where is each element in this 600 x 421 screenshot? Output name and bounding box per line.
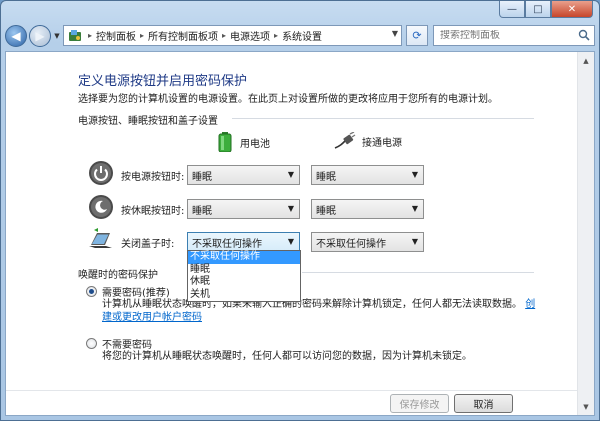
forward-button[interactable]: ▶	[29, 25, 51, 47]
create-password-link-line: 建或更改用户帐户密码	[102, 311, 202, 324]
minimize-button[interactable]: —	[499, 1, 525, 18]
section-divider	[302, 272, 534, 273]
refresh-icon: ⟳	[412, 29, 422, 42]
dropdown-option-shutdown[interactable]: 关机	[188, 289, 300, 302]
scroll-down-icon[interactable]: ▼	[578, 398, 594, 415]
create-password-link-start[interactable]: 创	[525, 299, 535, 310]
no-password-label: 不需要密码	[102, 340, 152, 351]
address-dropdown-icon[interactable]: ▼	[392, 29, 398, 38]
scroll-up-icon[interactable]: ▲	[578, 52, 594, 69]
chevron-down-icon: ▼	[287, 170, 294, 179]
no-password-description: 将您的计算机从睡眠状态唤醒时，任何人都可以访问您的数据，因为计算机未锁定。	[102, 351, 472, 362]
power-button-battery-select[interactable]: 睡眠 ▼	[187, 165, 300, 185]
chevron-down-icon: ▼	[287, 204, 294, 213]
selected-value: 睡眠	[316, 171, 336, 183]
dropdown-option-hibernate[interactable]: 休眠	[188, 276, 300, 289]
page-title: 定义电源按钮并启用密码保护	[78, 74, 248, 89]
window-caption-buttons: — □ ✕	[499, 1, 593, 18]
battery-icon	[218, 132, 232, 152]
breadcrumb-separator-icon: ▸	[140, 31, 145, 40]
control-panel-window: — □ ✕ ◀ ▶ ▼ ▸ 控制面板 ▸ 所有控制面板项 ▸ 电源选项 ▸ 系统…	[0, 0, 600, 421]
vertical-scrollbar[interactable]: ▲ ▼	[577, 52, 594, 415]
dropdown-option-sleep[interactable]: 睡眠	[188, 264, 300, 277]
search-icon[interactable]	[578, 29, 590, 44]
breadcrumb-system-settings[interactable]: 系统设置	[282, 28, 322, 43]
section-divider	[232, 118, 534, 119]
row-label-power-button: 按电源按钮时:	[121, 172, 185, 183]
power-button-plugged-select[interactable]: 睡眠 ▼	[311, 165, 424, 185]
breadcrumb-all-items[interactable]: 所有控制面板项	[148, 28, 218, 43]
control-panel-icon	[68, 29, 82, 43]
power-plug-icon	[334, 132, 356, 149]
search-box[interactable]	[433, 25, 595, 46]
history-dropdown-icon[interactable]: ▼	[51, 32, 63, 40]
chevron-down-icon: ▼	[411, 170, 418, 179]
column-plugged: 接通电源	[334, 132, 402, 150]
row-label-lid-close: 关闭盖子时:	[121, 239, 175, 250]
page-subtitle: 选择要为您的计算机设置的电源设置。在此页上对设置所做的更改将应用于您所有的电源计…	[78, 94, 498, 105]
column-plugged-label: 接通电源	[362, 137, 402, 149]
section-heading-buttons: 电源按钮、睡眠按钮和盖子设置	[78, 116, 218, 127]
require-password-label: 需要密码(推荐)	[102, 288, 170, 299]
refresh-button[interactable]: ⟳	[406, 25, 428, 46]
breadcrumb-separator-icon: ▸	[274, 31, 279, 40]
cancel-button[interactable]: 取消	[454, 394, 513, 413]
column-battery-label: 用电池	[240, 138, 270, 150]
back-button[interactable]: ◀	[5, 25, 27, 47]
require-password-option[interactable]: 需要密码(推荐)	[86, 284, 170, 299]
no-password-radio[interactable]	[86, 338, 97, 349]
address-bar[interactable]: ▸ 控制面板 ▸ 所有控制面板项 ▸ 电源选项 ▸ 系统设置 ▼	[63, 25, 402, 46]
power-button-icon	[89, 161, 113, 185]
selected-value: 睡眠	[192, 171, 212, 183]
require-password-desc-text: 计算机从睡眠状态唤醒时，如果未输入正确的密码来解除计算机锁定，任何人都无法读取数…	[102, 299, 522, 310]
breadcrumb-separator-icon: ▸	[222, 31, 227, 40]
create-password-link[interactable]: 建或更改用户帐户密码	[102, 312, 202, 323]
dropdown-option-do-nothing[interactable]: 不采取任何操作	[188, 251, 300, 264]
lid-close-battery-select[interactable]: 不采取任何操作 ▼	[187, 232, 300, 252]
maximize-button[interactable]: □	[525, 1, 551, 18]
require-password-description: 计算机从睡眠状态唤醒时，如果未输入正确的密码来解除计算机锁定，任何人都无法读取数…	[102, 298, 535, 311]
breadcrumb-control-panel[interactable]: 控制面板	[96, 28, 136, 43]
chevron-down-icon: ▼	[411, 204, 418, 213]
breadcrumb-power-options[interactable]: 电源选项	[230, 28, 270, 43]
laptop-lid-icon	[89, 228, 112, 248]
no-password-option[interactable]: 不需要密码	[86, 336, 152, 351]
navigation-bar: ◀ ▶ ▼ ▸ 控制面板 ▸ 所有控制面板项 ▸ 电源选项 ▸ 系统设置 ▼ ⟳	[5, 23, 595, 49]
selected-value: 睡眠	[192, 205, 212, 217]
selected-value: 不采取任何操作	[316, 238, 386, 250]
selected-value: 睡眠	[316, 205, 336, 217]
section-heading-password: 唤醒时的密码保护	[78, 270, 158, 281]
require-password-radio[interactable]	[86, 286, 97, 297]
selected-value: 不采取任何操作	[192, 238, 262, 250]
lid-close-plugged-select[interactable]: 不采取任何操作 ▼	[311, 232, 424, 252]
row-label-sleep-button: 按休眠按钮时:	[121, 206, 185, 217]
sleep-button-plugged-select[interactable]: 睡眠 ▼	[311, 199, 424, 219]
breadcrumb-separator-icon: ▸	[88, 31, 93, 40]
save-changes-button[interactable]: 保存修改	[390, 394, 449, 413]
content-pane: 定义电源按钮并启用密码保护 选择要为您的计算机设置的电源设置。在此页上对设置所做…	[5, 51, 595, 416]
column-battery: 用电池	[218, 132, 270, 152]
lid-close-options-list: 不采取任何操作 睡眠 休眠 关机	[187, 250, 301, 302]
sleep-button-icon	[89, 195, 113, 219]
chevron-down-icon: ▼	[411, 237, 418, 246]
sleep-button-battery-select[interactable]: 睡眠 ▼	[187, 199, 300, 219]
close-button[interactable]: ✕	[551, 1, 593, 18]
search-input[interactable]	[440, 30, 570, 41]
chevron-down-icon: ▼	[287, 237, 294, 246]
footer-divider	[6, 390, 577, 391]
